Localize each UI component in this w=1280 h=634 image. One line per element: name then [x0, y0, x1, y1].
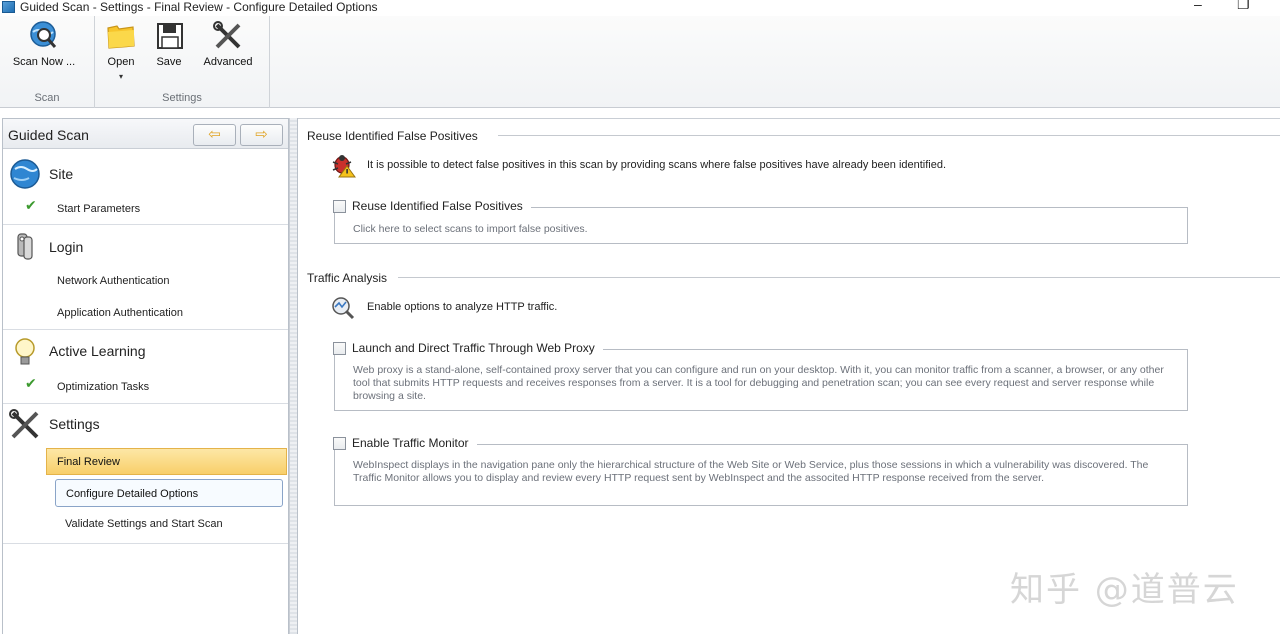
- main-content-pane: Reuse Identified False Positives It is p…: [298, 118, 1280, 634]
- lightbulb-icon: [9, 336, 41, 368]
- scan-globe-icon: [28, 20, 60, 52]
- forward-arrow-button[interactable]: ⇨: [240, 124, 283, 146]
- traffic-info-text: Enable options to analyze HTTP traffic.: [367, 301, 558, 313]
- monitor-option-box: WebInspect displays in the navigation pa…: [334, 444, 1188, 506]
- scan-now-button[interactable]: Scan Now ...: [13, 20, 75, 68]
- nav-section-site: Site ✔ Start Parameters: [3, 150, 288, 225]
- advanced-label: Advanced: [203, 56, 253, 68]
- globe-icon: [9, 158, 41, 190]
- window-title: Guided Scan - Settings - Final Review - …: [20, 0, 378, 14]
- reuse-option-description[interactable]: Click here to select scans to import fal…: [353, 223, 1179, 236]
- nav-section-login: Login Network Authentication Application…: [3, 225, 288, 330]
- proxy-option-description: Web proxy is a stand-alone, self-contain…: [353, 364, 1164, 402]
- web-proxy-checkbox[interactable]: [333, 341, 346, 355]
- minimize-button[interactable]: –: [1194, 0, 1202, 11]
- nav-item-network-authentication[interactable]: Network Authentication: [57, 275, 170, 287]
- ribbon-toolbar: Scan Now ... Scan Open ▾ Save Advanced S…: [0, 16, 1280, 108]
- scan-now-label: Scan Now ...: [12, 56, 76, 68]
- traffic-analysis-icon: [330, 295, 356, 321]
- nav-item-validate-settings[interactable]: Validate Settings and Start Scan: [65, 518, 223, 530]
- traffic-group-title: Traffic Analysis: [307, 271, 394, 285]
- group-divider: [498, 135, 1280, 136]
- monitor-option-description: WebInspect displays in the navigation pa…: [353, 459, 1149, 484]
- nav-item-configure-detailed-options[interactable]: Configure Detailed Options: [55, 479, 283, 507]
- ribbon-group-settings-label: Settings: [162, 92, 202, 104]
- checkmark-icon: ✔: [25, 375, 37, 391]
- checkmark-icon: ✔: [25, 197, 37, 213]
- nav-item-application-authentication[interactable]: Application Authentication: [57, 307, 183, 319]
- traffic-monitor-checkbox[interactable]: [333, 436, 346, 450]
- bug-warning-icon: [330, 152, 356, 178]
- reuse-option-label[interactable]: Reuse Identified False Positives: [352, 199, 523, 213]
- reuse-info-text: It is possible to detect false positives…: [367, 159, 947, 171]
- pane-splitter[interactable]: [289, 118, 298, 634]
- reuse-false-positives-checkbox[interactable]: [333, 199, 346, 213]
- nav-item-optimization-tasks[interactable]: Optimization Tasks: [57, 381, 149, 393]
- nav-section-active-learning: Active Learning ✔ Optimization Tasks: [3, 330, 288, 404]
- tools-icon: [212, 20, 244, 52]
- ribbon-group-scan-label: Scan: [34, 92, 60, 104]
- nav-settings-title[interactable]: Settings: [49, 416, 100, 432]
- proxy-option-box: Web proxy is a stand-alone, self-contain…: [334, 349, 1188, 411]
- watermark: 知乎 @道普云: [1010, 570, 1239, 610]
- floppy-disk-icon: [153, 20, 185, 52]
- guided-scan-nav-pane: Guided Scan ⇦ ⇨ Site ✔ Start Parameters: [2, 118, 289, 634]
- monitor-option-label[interactable]: Enable Traffic Monitor: [352, 436, 469, 450]
- open-dropdown-icon[interactable]: ▾: [91, 72, 151, 81]
- nav-header-title: Guided Scan: [8, 127, 89, 143]
- app-icon: [2, 1, 15, 13]
- nav-item-final-review[interactable]: Final Review: [46, 448, 287, 475]
- monitor-option-legend: Enable Traffic Monitor: [333, 436, 477, 450]
- tools-icon: [9, 409, 41, 441]
- restore-button[interactable]: ❐: [1237, 0, 1250, 11]
- nav-login-title[interactable]: Login: [49, 239, 83, 255]
- back-arrow-button[interactable]: ⇦: [193, 124, 236, 146]
- advanced-button[interactable]: Advanced: [198, 20, 258, 68]
- nav-active-learning-title[interactable]: Active Learning: [49, 343, 146, 359]
- proxy-option-legend: Launch and Direct Traffic Through Web Pr…: [333, 341, 603, 355]
- save-button[interactable]: Save: [139, 20, 199, 68]
- reuse-group-title: Reuse Identified False Positives: [307, 129, 484, 143]
- ribbon-group-scan: Scan Now ... Scan: [0, 16, 95, 108]
- reuse-option-legend: Reuse Identified False Positives: [333, 199, 531, 213]
- group-divider: [398, 277, 1280, 278]
- ribbon-group-settings: Open ▾ Save Advanced Settings: [95, 16, 270, 108]
- title-bar: Guided Scan - Settings - Final Review - …: [0, 0, 1280, 16]
- nav-header: Guided Scan ⇦ ⇨: [3, 119, 288, 149]
- save-label: Save: [156, 56, 182, 68]
- proxy-option-label[interactable]: Launch and Direct Traffic Through Web Pr…: [352, 341, 595, 355]
- application-window: Guided Scan - Settings - Final Review - …: [0, 0, 1280, 634]
- folder-icon: [105, 20, 137, 52]
- nav-item-start-parameters[interactable]: Start Parameters: [57, 203, 140, 215]
- nav-site-title[interactable]: Site: [49, 166, 73, 182]
- nav-item-configure-label: Configure Detailed Options: [66, 488, 199, 500]
- nav-item-final-review-label: Final Review: [57, 456, 120, 468]
- keys-icon: [9, 231, 41, 263]
